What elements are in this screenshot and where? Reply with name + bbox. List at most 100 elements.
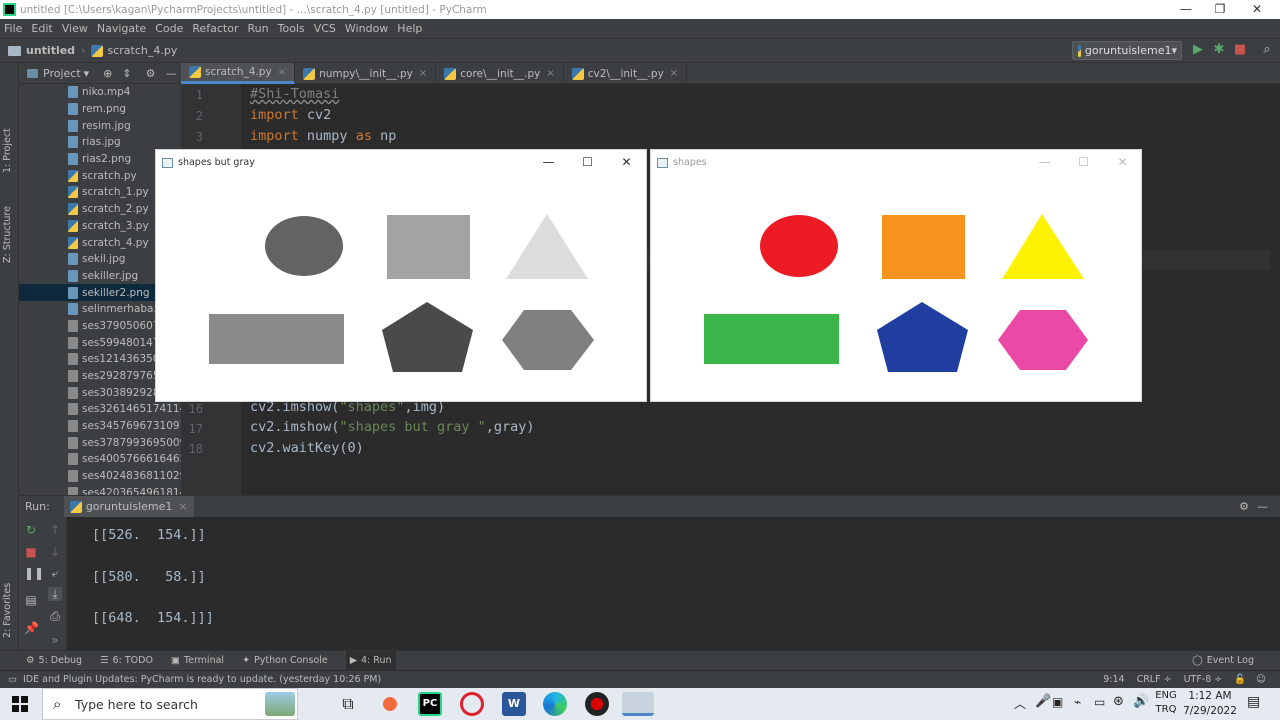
tab-python-console[interactable]: ✦ Python Console: [242, 655, 328, 666]
breadcrumb-file[interactable]: scratch_4.py: [91, 44, 177, 57]
run-tab-goruntuisleme1[interactable]: goruntuisleme1 ×: [63, 495, 194, 518]
microphone-icon[interactable]: 🎤: [1035, 694, 1051, 709]
menu-navigate[interactable]: Navigate: [97, 22, 146, 35]
project-file-item[interactable]: niko.mp4: [19, 84, 181, 101]
close-tab-icon[interactable]: ×: [419, 68, 427, 79]
network-icon[interactable]: ⌁: [1074, 695, 1081, 709]
menu-view[interactable]: View: [62, 22, 88, 35]
volume-icon[interactable]: 🔊: [1133, 694, 1149, 709]
print-icon[interactable]: ⎙: [48, 609, 62, 623]
gear-icon[interactable]: ⚙: [146, 67, 156, 80]
run-configuration-dropdown[interactable]: goruntuisleme1 ▾: [1072, 41, 1182, 60]
project-file-item[interactable]: ses4005766616465972: [19, 451, 181, 468]
rerun-icon[interactable]: ↻: [24, 523, 38, 537]
gear-icon[interactable]: ⚙: [1239, 500, 1249, 513]
menu-vcs[interactable]: VCS: [314, 22, 336, 35]
maximize-button[interactable]: ☐: [1064, 150, 1103, 175]
tab-debug[interactable]: ⚙ 5: Debug: [26, 655, 82, 666]
menu-code[interactable]: Code: [155, 22, 183, 35]
tab-todo[interactable]: ☰ 6: TODO: [100, 655, 153, 666]
menu-window[interactable]: Window: [345, 22, 388, 35]
chevron-up-icon[interactable]: ︿: [1014, 695, 1026, 712]
paint-app-icon[interactable]: [378, 692, 402, 716]
structure-tool-button[interactable]: Z: Structure: [2, 206, 13, 263]
opencv-window-gray[interactable]: shapes but gray — ☐ ✕: [155, 149, 647, 402]
pycharm-taskbar-icon[interactable]: PC: [418, 692, 442, 716]
scroll-up-icon[interactable]: ↑: [48, 523, 62, 537]
word-icon[interactable]: W: [502, 692, 526, 716]
notification-icon[interactable]: ▭: [8, 674, 17, 685]
lock-icon[interactable]: 🔓: [1234, 674, 1246, 685]
close-button[interactable]: ✕: [607, 150, 646, 175]
stop-icon[interactable]: ■: [24, 545, 38, 559]
opera-icon[interactable]: [460, 692, 484, 716]
camera-icon[interactable]: ▣: [1052, 695, 1063, 709]
battery-icon[interactable]: ▭: [1094, 695, 1105, 709]
taskbar-clock[interactable]: 1:12 AM 7/29/2022: [1182, 689, 1238, 719]
windows-start-icon[interactable]: [12, 696, 28, 712]
maximize-button[interactable]: ❐: [1203, 0, 1237, 19]
tab-core-init[interactable]: core\__init__.py ×: [436, 63, 564, 84]
project-file-item[interactable]: ses3787993695009558: [19, 434, 181, 451]
tab-numpy-init[interactable]: numpy\__init__.py ×: [295, 63, 437, 84]
close-tab-icon[interactable]: ×: [670, 68, 678, 79]
menu-refactor[interactable]: Refactor: [192, 22, 238, 35]
hide-panel-icon[interactable]: —: [165, 67, 176, 80]
menu-file[interactable]: File: [4, 22, 22, 35]
close-button[interactable]: ✕: [1103, 150, 1142, 175]
maximize-button[interactable]: ☐: [568, 150, 607, 175]
menu-edit[interactable]: Edit: [31, 22, 52, 35]
opencv-window-title-bar[interactable]: shapes — ☐ ✕: [651, 150, 1141, 175]
debug-icon[interactable]: ✱: [1212, 43, 1226, 57]
opencv-window-color[interactable]: shapes — ☐ ✕: [650, 149, 1142, 402]
inspector-icon[interactable]: ☺: [1256, 674, 1266, 685]
close-tab-icon[interactable]: ×: [546, 68, 554, 79]
project-file-item[interactable]: rem.png: [19, 101, 181, 118]
opencv-taskbar-icon[interactable]: [622, 692, 654, 716]
pin-icon[interactable]: 📌: [24, 621, 39, 635]
project-file-item[interactable]: ses4024836811029393: [19, 468, 181, 485]
minimize-button[interactable]: —: [1025, 150, 1064, 175]
search-everywhere-icon[interactable]: ⌕: [1260, 43, 1274, 57]
project-file-item[interactable]: ses3457696731097554: [19, 418, 181, 435]
tab-run[interactable]: ▶ 4: Run: [345, 651, 396, 670]
hide-panel-icon[interactable]: —: [1257, 500, 1268, 513]
pause-icon[interactable]: ❚❚: [24, 566, 44, 580]
encoding-selector[interactable]: UTF-8 ÷: [1184, 674, 1223, 685]
project-view-dropdown[interactable]: Project: [43, 67, 81, 80]
edge-icon[interactable]: [543, 692, 567, 716]
line-separator-selector[interactable]: CRLF ÷: [1137, 674, 1172, 685]
favorites-tool-button[interactable]: 2: Favorites: [2, 583, 13, 638]
layout-icon[interactable]: ▤: [24, 593, 38, 607]
scroll-down-icon[interactable]: ↓: [48, 545, 62, 559]
stop-icon[interactable]: ■: [1233, 43, 1247, 57]
caret-position[interactable]: 9:14: [1103, 674, 1124, 685]
minimize-button[interactable]: —: [1169, 0, 1203, 19]
soft-wrap-icon[interactable]: ⤶: [48, 566, 62, 580]
close-tab-icon[interactable]: ×: [178, 500, 187, 513]
project-tool-button[interactable]: 1: Project: [2, 128, 13, 173]
status-message[interactable]: IDE and Plugin Updates: PyCharm is ready…: [23, 674, 381, 685]
scroll-to-end-icon[interactable]: ⤓: [48, 587, 62, 601]
tab-scratch-4[interactable]: scratch_4.py ×: [181, 63, 296, 84]
recorder-icon[interactable]: [585, 692, 609, 716]
tab-cv2-init[interactable]: cv2\__init__.py ×: [564, 63, 688, 84]
menu-run[interactable]: Run: [248, 22, 269, 35]
close-button[interactable]: ✕: [1240, 0, 1274, 19]
close-tab-icon[interactable]: ×: [278, 67, 286, 78]
event-log-button[interactable]: ◯ Event Log: [1192, 655, 1254, 666]
task-view-icon[interactable]: ⧉: [336, 692, 360, 716]
input-language[interactable]: ENG TRQ: [1154, 689, 1178, 717]
chevron-down-icon[interactable]: ▾: [84, 67, 90, 80]
steam-icon[interactable]: ⊛: [1113, 694, 1124, 709]
tab-terminal[interactable]: ▣ Terminal: [171, 655, 224, 666]
collapse-all-icon[interactable]: ⇕: [122, 67, 131, 80]
breadcrumb-project[interactable]: untitled: [8, 44, 75, 57]
taskbar-search-box[interactable]: ⌕ Type here to search: [42, 688, 298, 720]
more-icon[interactable]: »: [48, 633, 62, 647]
opencv-window-title-bar[interactable]: shapes but gray — ☐ ✕: [156, 150, 646, 175]
minimize-button[interactable]: —: [529, 150, 568, 175]
editor-scrollbar[interactable]: [1270, 84, 1280, 495]
notifications-icon[interactable]: ▤: [1247, 694, 1260, 710]
project-file-item[interactable]: ses4203654961814844: [19, 485, 181, 495]
